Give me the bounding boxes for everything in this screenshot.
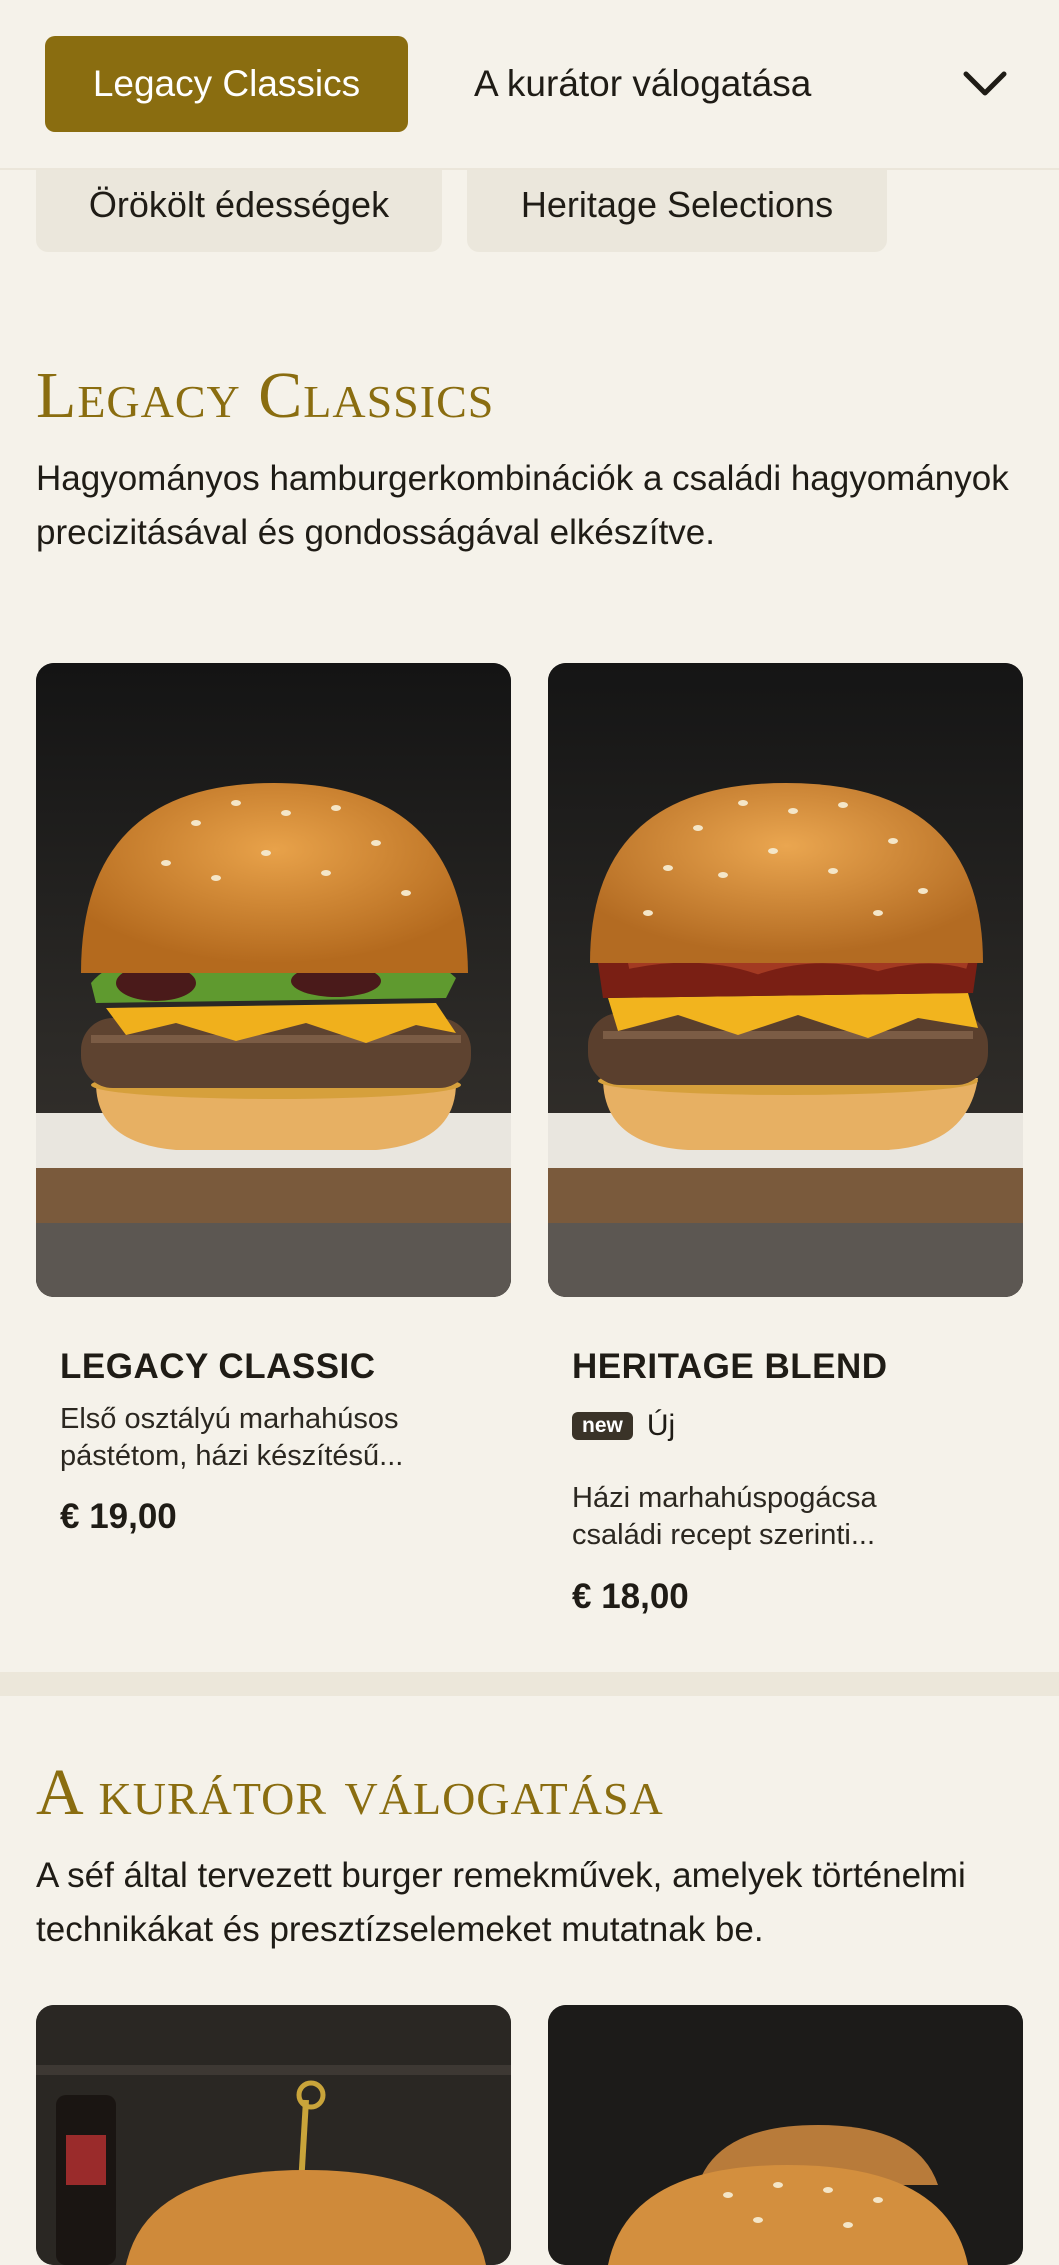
- category-nav: Legacy Classics A kurátor válogatása: [0, 0, 1059, 170]
- section-description: A séf által tervezett burger remekművek,…: [36, 1856, 966, 1949]
- tab-curator-selection[interactable]: A kurátor válogatása: [474, 36, 811, 132]
- section-title: A kurátor válogatása: [36, 1756, 664, 1829]
- section-description: Hagyományos hamburgerkombinációk a csalá…: [36, 459, 1009, 552]
- burger-skewer-icon: [36, 2005, 511, 2265]
- new-badge-label: Új: [646, 1409, 676, 1442]
- product-image[interactable]: [548, 2005, 1023, 2265]
- new-badge-row: new Új: [572, 1409, 675, 1443]
- product-image[interactable]: [36, 663, 511, 1297]
- product-price: € 19,00: [60, 1497, 177, 1536]
- product-name[interactable]: HERITAGE BLEND: [572, 1347, 888, 1387]
- chevron-down-icon[interactable]: [960, 62, 1010, 106]
- product-image[interactable]: [36, 2005, 511, 2265]
- new-badge: new: [572, 1412, 633, 1440]
- burger-double-icon: [548, 2005, 1023, 2265]
- burger-bacon-icon: [548, 663, 1023, 1297]
- product-description: Első osztályú marhahúsos pástétom, házi …: [60, 1403, 404, 1472]
- burger-lettuce-icon: [36, 663, 511, 1297]
- product-description: Házi marhahúspogácsa családi recept szer…: [572, 1482, 877, 1551]
- product-price: € 18,00: [572, 1577, 689, 1616]
- section-divider: [0, 1672, 1059, 1696]
- section-title: Legacy Classics: [36, 359, 495, 432]
- tab-legacy-classics[interactable]: Legacy Classics: [45, 36, 408, 132]
- product-image[interactable]: [548, 663, 1023, 1297]
- product-name[interactable]: LEGACY CLASSIC: [60, 1347, 376, 1387]
